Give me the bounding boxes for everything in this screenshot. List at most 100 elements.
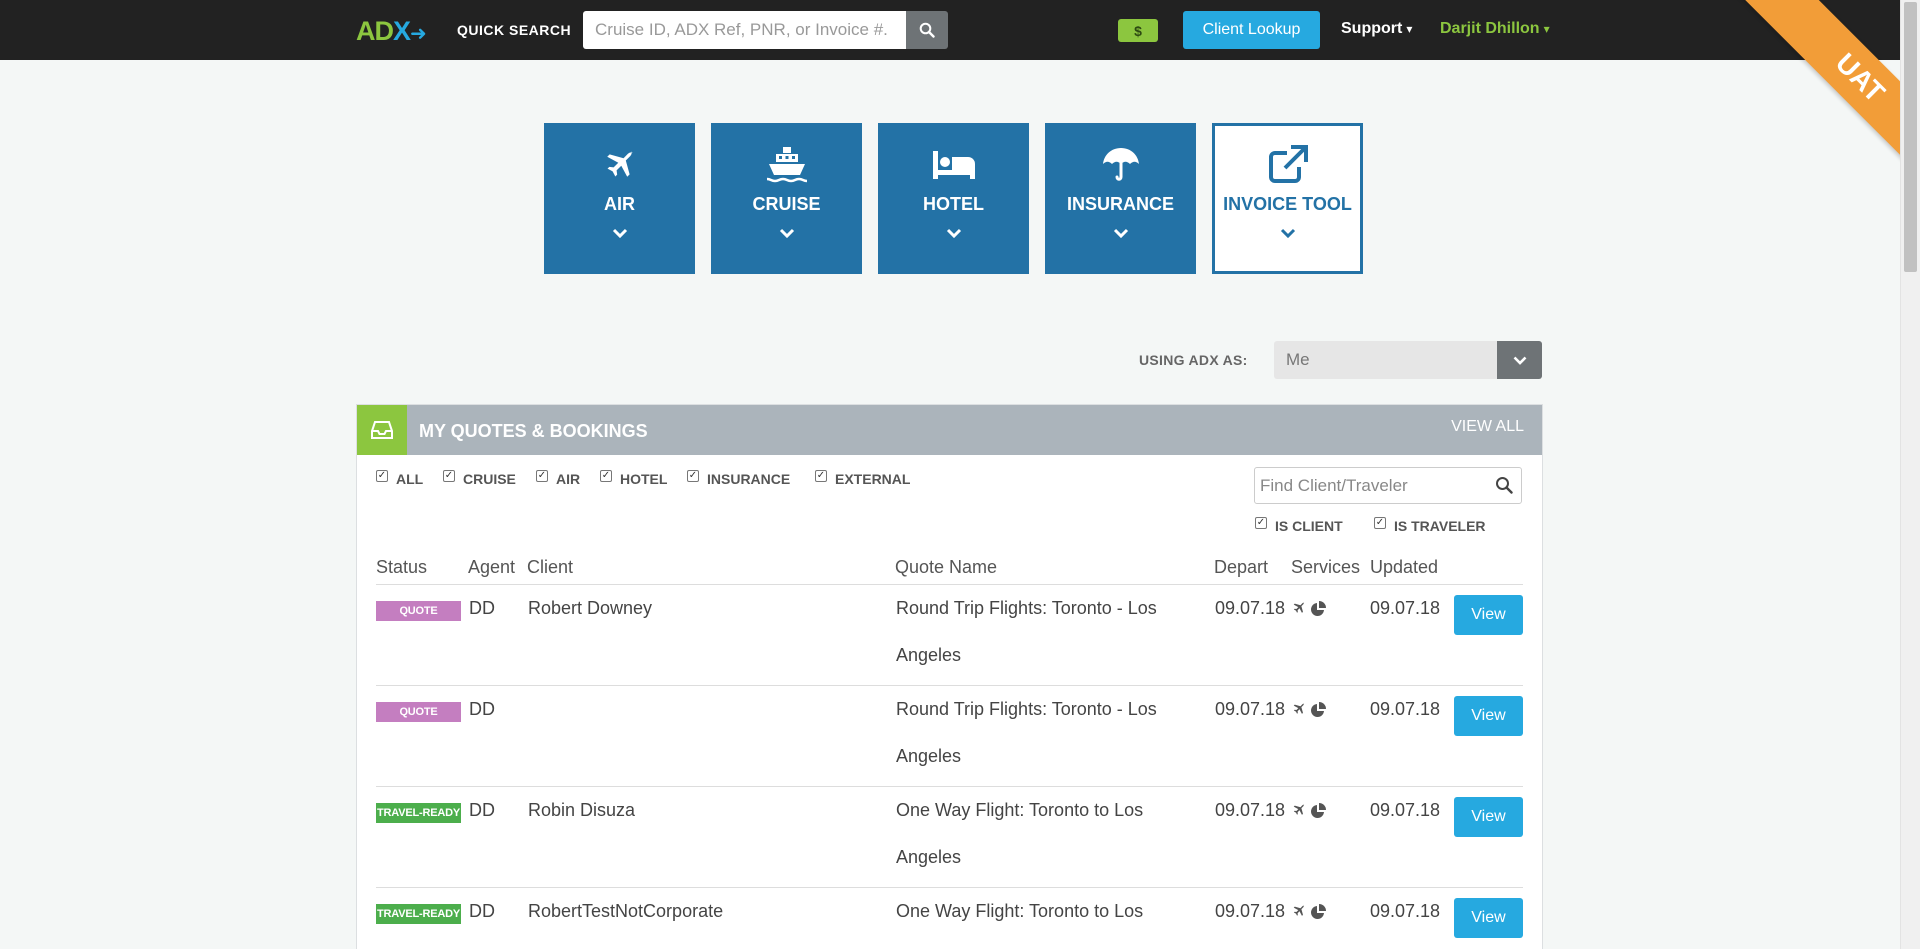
- panel-title: MY QUOTES & BOOKINGS: [419, 421, 648, 441]
- filter-external[interactable]: ✓ EXTERNAL: [815, 470, 911, 487]
- services-cell: [1292, 601, 1326, 617]
- panel-header: MY QUOTES & BOOKINGS VIEW ALL: [357, 405, 1542, 455]
- column-header-agent[interactable]: Agent: [468, 557, 515, 578]
- quote-name-cell: One Way Flight: Toronto to Los Angeles: [896, 800, 1144, 867]
- column-header-services[interactable]: Services: [1291, 557, 1360, 578]
- find-client-traveler[interactable]: [1254, 467, 1522, 504]
- search-icon[interactable]: [1495, 476, 1513, 494]
- umbrella-icon: [1102, 148, 1139, 181]
- checkbox[interactable]: ✓: [600, 470, 612, 482]
- view-all-link[interactable]: VIEW ALL: [1451, 418, 1524, 436]
- tile-air[interactable]: AIR: [544, 123, 695, 274]
- support-menu[interactable]: Support ▾: [1341, 20, 1412, 38]
- search-icon: [919, 22, 935, 38]
- tile-label: INVOICE TOOL: [1223, 194, 1352, 214]
- tile-insurance[interactable]: INSURANCE: [1045, 123, 1196, 274]
- status-badge: TRAVEL-READY: [376, 803, 461, 823]
- chevron-down-icon: [612, 228, 627, 239]
- quote-name-cell: Round Trip Flights: Toronto - Los Angele…: [896, 699, 1157, 766]
- column-header-quote-name[interactable]: Quote Name: [895, 557, 997, 578]
- checkbox[interactable]: ✓: [536, 470, 548, 482]
- checkbox[interactable]: ✓: [1374, 517, 1386, 529]
- filter-hotel[interactable]: ✓ HOTEL: [600, 470, 668, 487]
- view-button[interactable]: View: [1454, 898, 1523, 938]
- chevron-down-icon: [1113, 228, 1128, 239]
- adx-logo[interactable]: ADX➜: [356, 16, 427, 47]
- checkbox[interactable]: ✓: [376, 470, 388, 482]
- bed-icon: [932, 151, 975, 179]
- external-link-icon: [1268, 145, 1308, 183]
- filter-label: CRUISE: [463, 471, 516, 487]
- filter-insurance[interactable]: ✓ INSURANCE: [687, 470, 791, 487]
- filter-label: AIR: [556, 471, 581, 487]
- tile-label: INSURANCE: [1066, 194, 1174, 214]
- column-header-client[interactable]: Client: [527, 557, 573, 578]
- updated-cell: 09.07.18: [1370, 699, 1441, 719]
- quick-search-input[interactable]: [583, 11, 907, 49]
- view-button[interactable]: View: [1454, 696, 1523, 736]
- tile-cruise[interactable]: CRUISE: [711, 123, 862, 274]
- checkbox[interactable]: ✓: [687, 470, 699, 482]
- column-header-updated[interactable]: Updated: [1370, 557, 1438, 578]
- column-header-status[interactable]: Status: [376, 557, 427, 578]
- depart-cell: 09.07.18: [1215, 800, 1286, 820]
- page-scrollbar[interactable]: [1900, 0, 1920, 949]
- agent-cell: DD: [469, 901, 495, 921]
- quote-name-cell: Round Trip Flights: Toronto - Los Angele…: [896, 598, 1157, 665]
- filter-label: HOTEL: [620, 471, 668, 487]
- checkbox[interactable]: ✓: [443, 470, 455, 482]
- is-traveler-toggle[interactable]: ✓ IS TRAVELER: [1374, 517, 1486, 534]
- using-adx-as-value: Me: [1286, 350, 1310, 369]
- using-adx-as-label: USING ADX AS:: [1139, 352, 1248, 368]
- user-menu[interactable]: Darjit Dhillon ▾: [1440, 20, 1550, 38]
- filter-cruise[interactable]: ✓ CRUISE: [443, 470, 516, 487]
- services-cell: [1292, 904, 1326, 920]
- filter-air[interactable]: ✓ AIR: [536, 470, 581, 487]
- chevron-down-icon: ▾: [1543, 22, 1550, 36]
- is-traveler-label: IS TRAVELER: [1394, 518, 1486, 534]
- chevron-down-icon: ▾: [1406, 22, 1413, 36]
- depart-cell: 09.07.18: [1215, 901, 1286, 921]
- view-button[interactable]: View: [1454, 595, 1523, 635]
- quick-search-button[interactable]: [906, 11, 948, 49]
- client-lookup-button[interactable]: Client Lookup: [1183, 11, 1320, 49]
- checkbox[interactable]: ✓: [815, 470, 827, 482]
- support-label: Support: [1341, 20, 1403, 37]
- chevron-down-icon: [1513, 356, 1526, 365]
- find-client-input[interactable]: [1255, 468, 1485, 503]
- updated-cell: 09.07.18: [1370, 901, 1441, 921]
- is-client-label: IS CLIENT: [1275, 518, 1343, 534]
- chevron-down-icon: [946, 228, 961, 239]
- depart-cell: 09.07.18: [1215, 699, 1286, 719]
- agent-cell: DD: [469, 699, 495, 719]
- is-client-toggle[interactable]: ✓ IS CLIENT: [1255, 517, 1343, 534]
- inbox-icon: [357, 405, 407, 455]
- scrollbar-thumb[interactable]: [1904, 2, 1917, 272]
- client-cell: RobertTestNotCorporate: [528, 901, 724, 921]
- plane-icon: [1293, 804, 1305, 815]
- view-button[interactable]: View: [1454, 797, 1523, 837]
- select-toggle[interactable]: [1497, 341, 1542, 379]
- filter-label: ALL: [396, 471, 424, 487]
- pie-chart-icon: [1311, 702, 1326, 717]
- checkbox[interactable]: ✓: [1255, 517, 1267, 529]
- status-badge: QUOTE: [376, 601, 461, 621]
- tile-hotel[interactable]: HOTEL: [878, 123, 1029, 274]
- quote-name-cell: One Way Flight: Toronto to Los Angeles: [896, 901, 1144, 949]
- tile-label: CRUISE: [752, 194, 821, 214]
- agent-cell: DD: [469, 598, 495, 618]
- filter-label: INSURANCE: [707, 471, 791, 487]
- plane-icon: [606, 151, 633, 177]
- money-button[interactable]: $: [1118, 19, 1158, 42]
- agent-cell: DD: [469, 800, 495, 820]
- filter-all[interactable]: ✓ ALL: [376, 470, 424, 487]
- column-header-depart[interactable]: Depart: [1214, 557, 1268, 578]
- client-cell: Robert Downey: [528, 598, 653, 618]
- depart-cell: 09.07.18: [1215, 598, 1286, 618]
- table-row: TRAVEL-READY DD Robin Disuza One Way Fli…: [376, 787, 1523, 888]
- tile-label: AIR: [604, 194, 635, 214]
- uat-ribbon-label: UAT: [1735, 0, 1900, 200]
- filter-label: EXTERNAL: [835, 471, 911, 487]
- tile-invoice-tool[interactable]: INVOICE TOOL: [1212, 123, 1363, 274]
- using-adx-as-select[interactable]: Me: [1274, 341, 1542, 379]
